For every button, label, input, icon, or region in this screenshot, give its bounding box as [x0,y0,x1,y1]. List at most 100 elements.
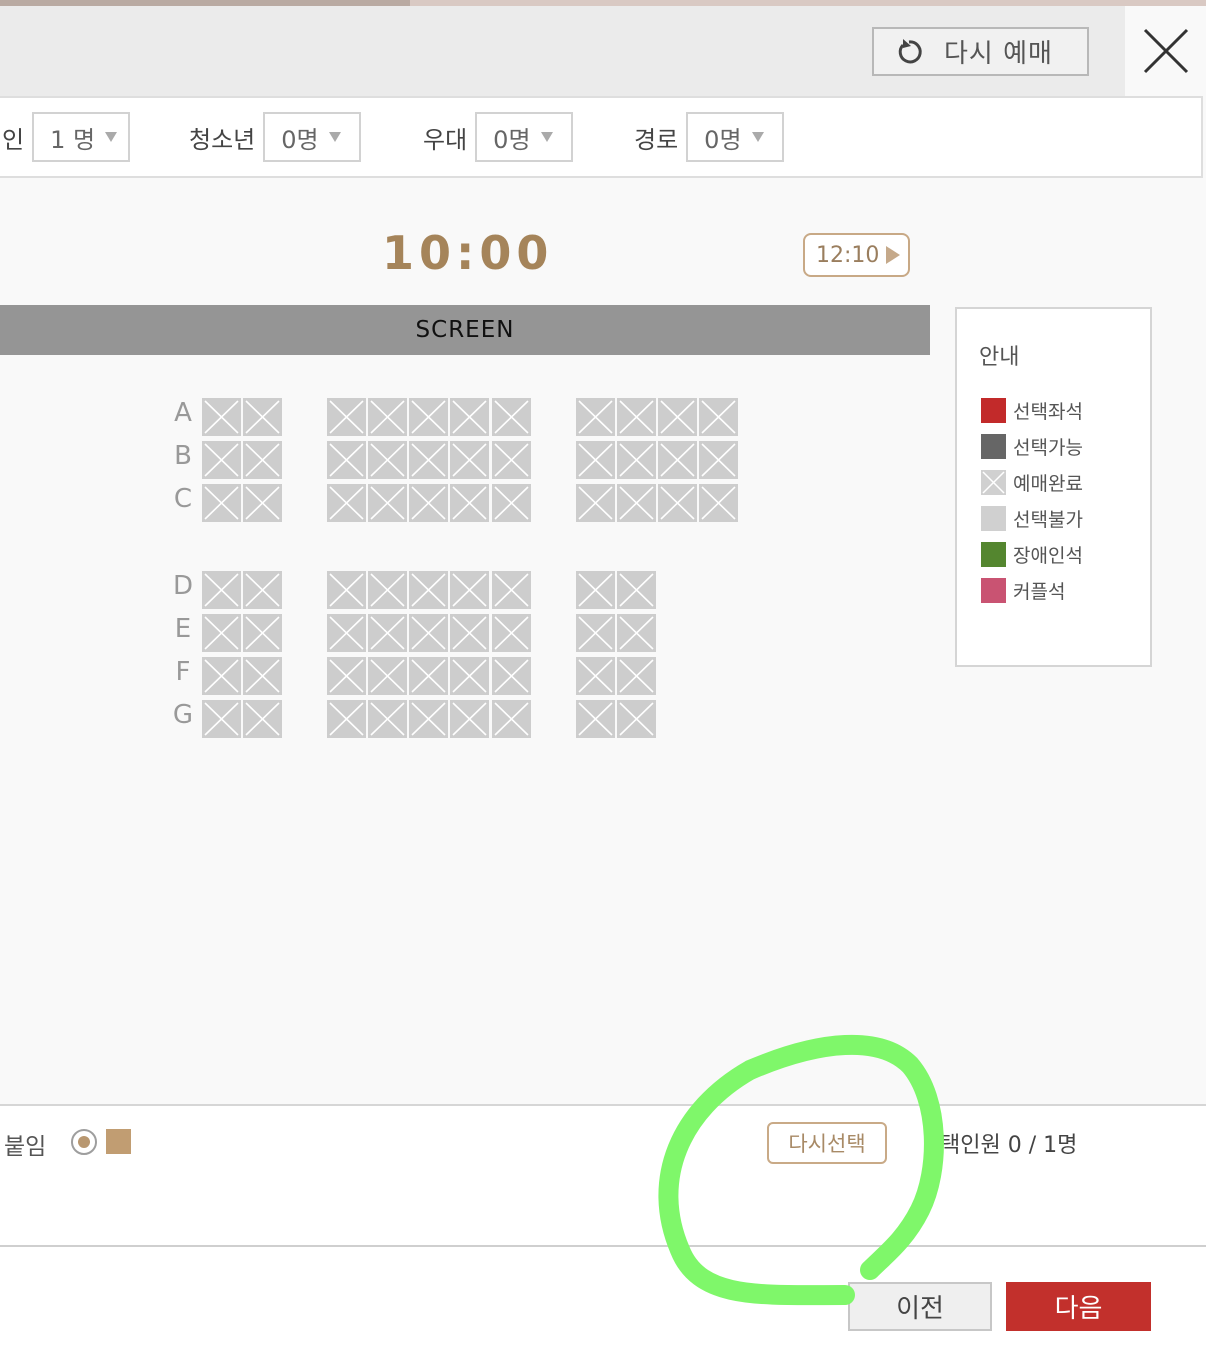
legend-label: 선택좌석 [1013,400,1083,423]
chevron-down-icon [540,132,553,142]
youth-count-select[interactable]: 0명 [263,112,362,162]
rebook-button-label: 다시 예매 [944,39,1053,69]
seat-booked [658,484,697,522]
seat-booked [243,700,282,738]
legend-item-available: 선택가능 [981,433,1083,459]
seat-booked [243,484,282,522]
legend-swatch [981,397,1006,423]
next-button[interactable]: 다음 [1006,1282,1151,1331]
people-group-adult: 인 1 명 [2,112,131,162]
seat-booked [202,484,241,522]
row-label: B [174,441,192,471]
legend-label: 선택불가 [1013,508,1083,531]
row-label: D [172,571,194,601]
legend-label: 선택가능 [1013,436,1083,459]
seat-booked [243,614,282,652]
adult-count-value: 1 명 [50,125,96,154]
people-label-adult: 인 [2,125,25,154]
attach-seats-label: 붙임 [4,1134,47,1160]
seat-booked [492,614,531,652]
seat-booked [576,614,615,652]
seat-booked [243,571,282,609]
seat-booked [327,657,366,695]
seat-booked [202,398,241,436]
legend-label: 장애인석 [1013,544,1083,567]
legend-item-couple: 커플석 [981,577,1065,603]
seat-booked [409,614,448,652]
seat-booked [327,700,366,738]
refresh-icon [898,38,922,63]
seat-booked [576,441,615,479]
seat-booked [576,657,615,695]
legend-item-accessible: 장애인석 [981,541,1083,567]
seat-booked [409,398,448,436]
next-showtime-label: 12:10 [816,242,880,268]
chevron-down-icon [328,132,341,142]
seat-booked [450,398,489,436]
seat-booked [202,700,241,738]
seat-booked [658,441,697,479]
rebook-button[interactable]: 다시 예매 [872,27,1089,76]
play-arrow-icon [886,246,901,264]
people-label-youth: 청소년 [189,125,256,154]
seat-booked [492,484,531,522]
people-group-youth: 청소년 0명 [189,112,362,162]
seat-booked [409,571,448,609]
people-group-preferential: 우대 0명 [423,112,574,162]
row-label: G [172,700,194,730]
seat-booked [699,484,738,522]
next-showtime-button[interactable]: 12:10 [803,233,910,277]
reselect-button[interactable]: 다시선택 [767,1122,887,1164]
adult-count-select[interactable]: 1 명 [32,112,131,162]
seat-booked [368,700,407,738]
seat-booked [617,700,656,738]
modal-header: 다시 예매 [0,6,1206,96]
attach-seats-radio[interactable] [71,1129,97,1155]
seat-booked [368,657,407,695]
seat-booked [576,700,615,738]
people-label-preferential: 우대 [423,125,468,154]
seat-booked [576,571,615,609]
seat-booked [327,441,366,479]
legend-swatch [981,505,1006,531]
people-count-bar: 인 1 명 청소년 0명 우대 0명 경로 0명 [0,96,1203,178]
seat-booked [492,441,531,479]
seat-booked [327,398,366,436]
senior-count-value: 0명 [704,125,742,154]
current-showtime: 10:00 [382,226,554,280]
seat-booked [699,398,738,436]
seat-booked [450,484,489,522]
seat-booked [617,571,656,609]
legend-swatch-x [981,469,1006,495]
legend-swatch [981,577,1006,603]
seat-booked [492,700,531,738]
seat-booked [368,614,407,652]
seat-booked [492,571,531,609]
close-icon [1143,28,1188,74]
seat-booked [368,398,407,436]
people-label-senior: 경로 [634,125,679,154]
legend-item-selected: 선택좌석 [981,397,1083,423]
seat-booked [243,398,282,436]
senior-count-select[interactable]: 0명 [686,112,785,162]
seat-booked [368,571,407,609]
legend-item-unavailable: 선택불가 [981,505,1083,531]
previous-button[interactable]: 이전 [848,1282,992,1331]
seat-booked [450,657,489,695]
legend-label: 커플석 [1013,580,1066,603]
seat-booked [202,614,241,652]
preferential-count-select[interactable]: 0명 [475,112,574,162]
seat-booked [576,484,615,522]
seat-booked [202,441,241,479]
seat-booked [450,571,489,609]
seat-booked [243,657,282,695]
chevron-down-icon [751,132,764,142]
seat-booked [243,441,282,479]
seat-booked [327,484,366,522]
seat-booked [576,398,615,436]
close-button[interactable] [1125,6,1206,96]
seat-booked [450,614,489,652]
attach-seats-option-square[interactable] [106,1129,131,1154]
seat-booked [617,657,656,695]
legend-item-booked: 예매완료 [981,469,1083,495]
